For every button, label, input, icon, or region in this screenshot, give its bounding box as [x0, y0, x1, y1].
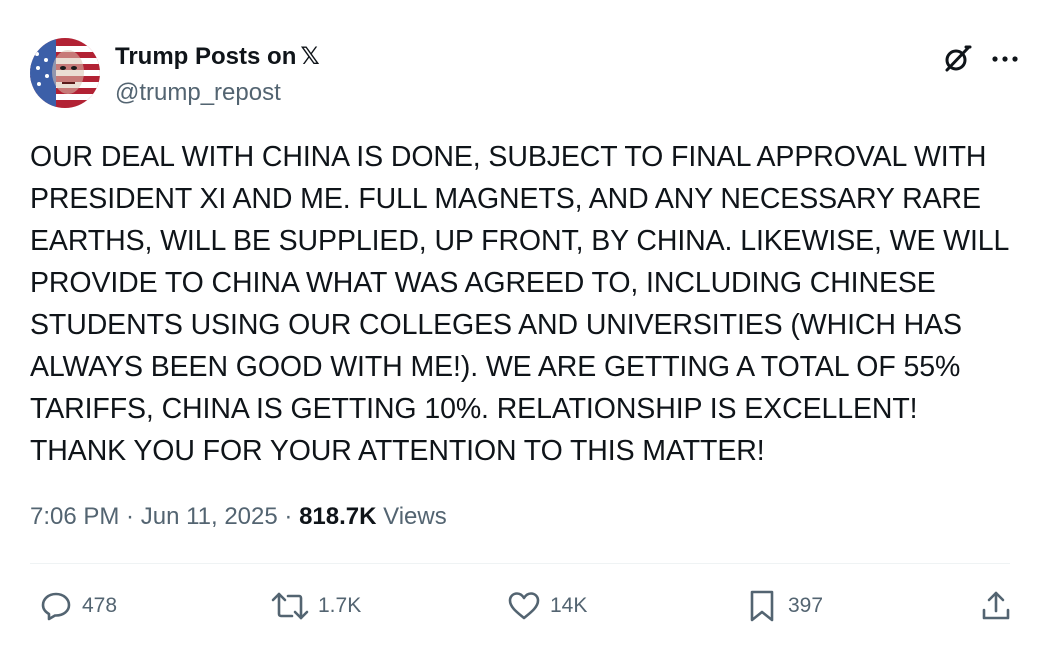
repost-icon — [271, 592, 309, 620]
views-count: 818.7K — [299, 503, 377, 530]
bookmark-button[interactable]: 397 — [744, 588, 823, 624]
post-meta: 7:06 PM · Jun 11, 2025 · 818.7K Views — [30, 503, 447, 531]
tweet-card: Trump Posts on 𝕏 @trump_repost OUR DEAL W… — [0, 0, 1040, 645]
meta-separator: · — [119, 503, 141, 530]
more-icon[interactable] — [988, 42, 1022, 76]
repost-button[interactable]: 1.7K — [270, 588, 361, 624]
avatar[interactable] — [30, 38, 100, 108]
reply-button[interactable]: 478 — [38, 588, 117, 624]
avatar-image — [30, 38, 100, 108]
grok-icon[interactable] — [940, 42, 974, 76]
repost-count: 1.7K — [318, 594, 362, 617]
post-text: OUR DEAL WITH CHINA IS DONE, SUBJECT TO … — [30, 141, 1009, 467]
x-logo-icon: 𝕏 — [300, 42, 320, 70]
author-name-text: Trump Posts on — [115, 43, 297, 70]
reply-icon — [41, 592, 71, 621]
author-handle[interactable]: @trump_repost — [115, 79, 281, 107]
like-icon — [508, 592, 540, 620]
post-date[interactable]: Jun 11, 2025 — [141, 503, 278, 530]
share-button[interactable] — [978, 588, 1014, 624]
share-icon — [982, 591, 1010, 620]
views-label: Views — [376, 503, 447, 530]
reply-count: 478 — [82, 594, 118, 617]
bookmark-icon — [750, 590, 774, 622]
like-button[interactable]: 14K — [506, 588, 587, 624]
author-name[interactable]: Trump Posts on 𝕏 — [115, 42, 320, 71]
like-count: 14K — [550, 594, 588, 617]
bookmark-count: 397 — [788, 594, 824, 617]
post-time[interactable]: 7:06 PM — [30, 503, 119, 530]
meta-separator: · — [277, 503, 300, 530]
divider — [30, 563, 1010, 564]
